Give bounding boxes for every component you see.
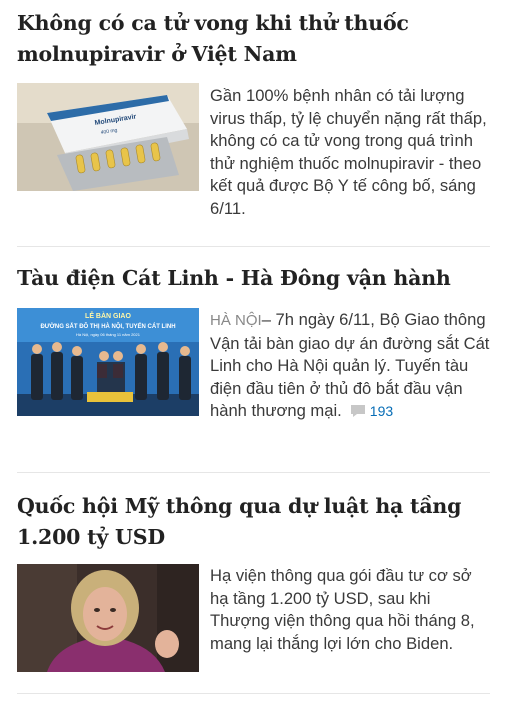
article-item: Quốc hội Mỹ thông qua dự luật hạ tầng 1.… [17,474,490,694]
article-item: Tàu điện Cát Linh - Hà Đông vận hành LỄ … [17,248,490,473]
article-divider [17,472,490,473]
article-title-link[interactable]: Tàu điện Cát Linh - Hà Đông vận hành [17,263,490,294]
article-location: HÀ NỘI [210,312,262,329]
article-divider [17,246,490,247]
article-description: Gần 100% bệnh nhân có tải lượng virus th… [17,85,491,220]
article-description: Hạ viện thông qua gói đầu tư cơ sở hạ tầ… [17,565,491,675]
comment-icon [350,405,365,417]
article-divider [17,693,490,694]
article-title-link[interactable]: Quốc hội Mỹ thông qua dự luật hạ tầng 1.… [17,491,490,553]
news-feed: Không có ca tử vong khi thử thuốc molnup… [0,0,510,706]
article-title-link[interactable]: Không có ca tử vong khi thử thuốc molnup… [17,8,490,70]
article-description-text: Hạ viện thông qua gói đầu tư cơ sở hạ tầ… [210,566,475,653]
article-item: Không có ca tử vong khi thử thuốc molnup… [17,0,490,247]
comment-count: 193 [369,403,394,419]
article-description: HÀ NỘI– 7h ngày 6/11, Bộ Giao thông Vận … [17,309,491,424]
article-description-text: Gần 100% bệnh nhân có tải lượng virus th… [210,86,487,218]
comment-count-link[interactable]: 193 [350,400,393,423]
